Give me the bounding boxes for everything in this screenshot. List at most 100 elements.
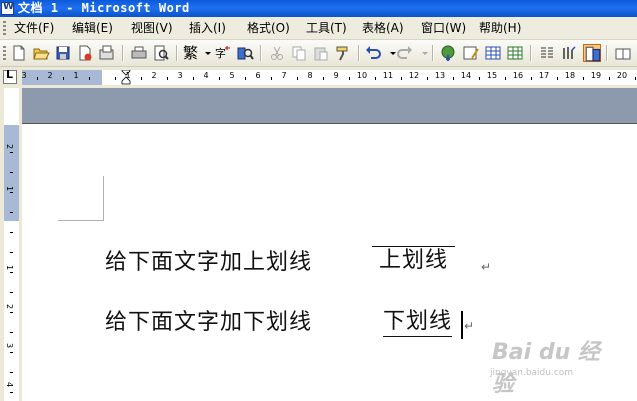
vertical-ruler[interactable]: 2 1 1 2 3 4 [0,88,22,401]
ruler-tick [245,77,246,80]
tab-selector[interactable]: L [3,68,17,84]
ruler-tick [479,77,480,80]
open-icon[interactable] [32,44,50,62]
new-icon[interactable] [10,44,28,62]
ruler-number: 3 [177,71,183,80]
word-app-icon[interactable] [1,1,14,15]
toolbar-separator [358,45,360,61]
permission-icon[interactable] [76,44,94,62]
chevron-down-icon[interactable] [384,44,396,62]
chevron-down-icon[interactable] [199,44,211,62]
horizontal-ruler[interactable]: 3 2 1 1 2 3 4 5 6 7 8 9 10 11 12 13 14 15 16 17 18 19 20 [21,70,637,85]
ruler-tick [583,77,584,80]
chevron-down-icon[interactable] [416,44,428,62]
vertical-ruler-margin [4,125,19,221]
ruler-number: 7 [281,71,287,80]
vertical-ruler-number: 2 [5,143,15,150]
drawing-icon[interactable] [560,44,578,62]
ruler-number: 19 [590,71,602,80]
ruler-number: 17 [538,71,550,80]
paragraph-mark: ↵ [481,260,492,274]
toolbar-separator [606,45,608,61]
line1-overlined-text[interactable]: 上划线 [372,246,456,275]
menu-insert[interactable]: 插入(I) [189,17,226,39]
vertical-ruler-tick [10,232,13,233]
ruler-number: 20 [616,71,628,80]
vertical-ruler-number: 3 [5,342,15,349]
ruler-number: 8 [307,71,313,80]
paste-icon[interactable] [312,44,330,62]
ruler-number: 16 [512,71,524,80]
vertical-ruler-tick [10,252,13,253]
menu-table[interactable]: 表格(A) [362,17,404,39]
ruler-tick [635,77,636,80]
menu-format[interactable]: 格式(O) [247,17,290,39]
email-icon[interactable] [98,44,116,62]
vertical-ruler-number: 1 [5,185,15,192]
ruler-tick [89,77,90,80]
line2-plain-text[interactable]: 给下面文字加下划线 [105,309,312,337]
ruler-number: 3 [21,71,27,80]
vertical-ruler-tick [10,152,13,153]
ruler-tick [453,77,454,80]
ruler-tick [37,77,38,80]
ruler-tick [531,77,532,80]
vertical-ruler-number: 1 [5,264,15,271]
title-bar: 文档 1 - Microsoft Word [0,0,637,17]
toolbar-separator [122,45,124,61]
ruler-number: 4 [203,71,209,80]
line2-underlined-text[interactable]: 下划线 [383,308,453,337]
redo-icon[interactable] [396,44,414,62]
vertical-ruler-tick [10,352,13,353]
baidu-jingyan-watermark: Bai du 经验 jingyan.baidu.com [486,330,606,397]
document-map-icon[interactable] [583,44,601,62]
insert-table-icon[interactable] [484,44,502,62]
toolbar-grip-handle[interactable] [3,46,6,61]
insert-excel-icon[interactable] [506,44,524,62]
copy-icon[interactable] [290,44,308,62]
simplified-conversion-icon[interactable]: 字 [214,44,232,62]
menu-grip-handle[interactable] [3,21,6,35]
watermark-url: jingyan.baidu.com [490,368,574,378]
undo-icon[interactable] [364,44,382,62]
vertical-ruler-tick [10,192,13,193]
standard-toolbar: 繁 字 [0,40,637,67]
tables-borders-icon[interactable] [462,44,480,62]
print-preview-icon[interactable] [152,44,170,62]
margin-corner-mark [103,176,104,221]
line1-plain-text[interactable]: 给下面文字加上划线 [105,249,312,277]
ruler-number: 1 [125,71,131,80]
ruler-number: 6 [255,71,261,80]
ruler-number: 13 [434,71,446,80]
save-icon[interactable] [54,44,72,62]
menu-view[interactable]: 视图(V) [131,17,173,39]
menu-window[interactable]: 窗口(W) [421,17,466,39]
cut-icon[interactable] [268,44,286,62]
ruler-tick [115,77,116,80]
ruler-number: 5 [229,71,235,80]
columns-icon[interactable] [538,44,556,62]
ruler-tick [271,77,272,80]
ruler-number: 12 [408,71,420,80]
hyperlink-icon[interactable] [440,44,458,62]
menu-tools[interactable]: 工具(T) [306,17,347,39]
svg-text:字: 字 [215,46,226,60]
ruler-tick [349,77,350,80]
read-icon[interactable] [614,44,632,62]
menu-bar: 文件(F) 编辑(E) 视图(V) 插入(I) 格式(O) 工具(T) 表格(A… [0,17,637,40]
print-icon[interactable] [130,44,148,62]
menu-help[interactable]: 帮助(H) [479,17,521,39]
format-painter-icon[interactable] [334,44,352,62]
vertical-ruler-number: 4 [5,381,15,388]
traditional-chinese-icon[interactable]: 繁 [183,43,198,63]
horizontal-ruler-bar: L 3 2 1 1 2 3 4 5 6 7 8 9 10 11 12 13 14 15 16 17 18 19 20 [0,67,637,88]
ruler-tick [297,77,298,80]
ruler-tick [375,77,376,80]
vertical-ruler-tick [10,172,13,173]
ruler-tick [219,77,220,80]
menu-file[interactable]: 文件(F) [14,17,54,39]
menu-edit[interactable]: 编辑(E) [72,17,113,39]
research-icon[interactable] [236,44,254,62]
ruler-number: 18 [564,71,576,80]
ruler-tick [401,77,402,80]
